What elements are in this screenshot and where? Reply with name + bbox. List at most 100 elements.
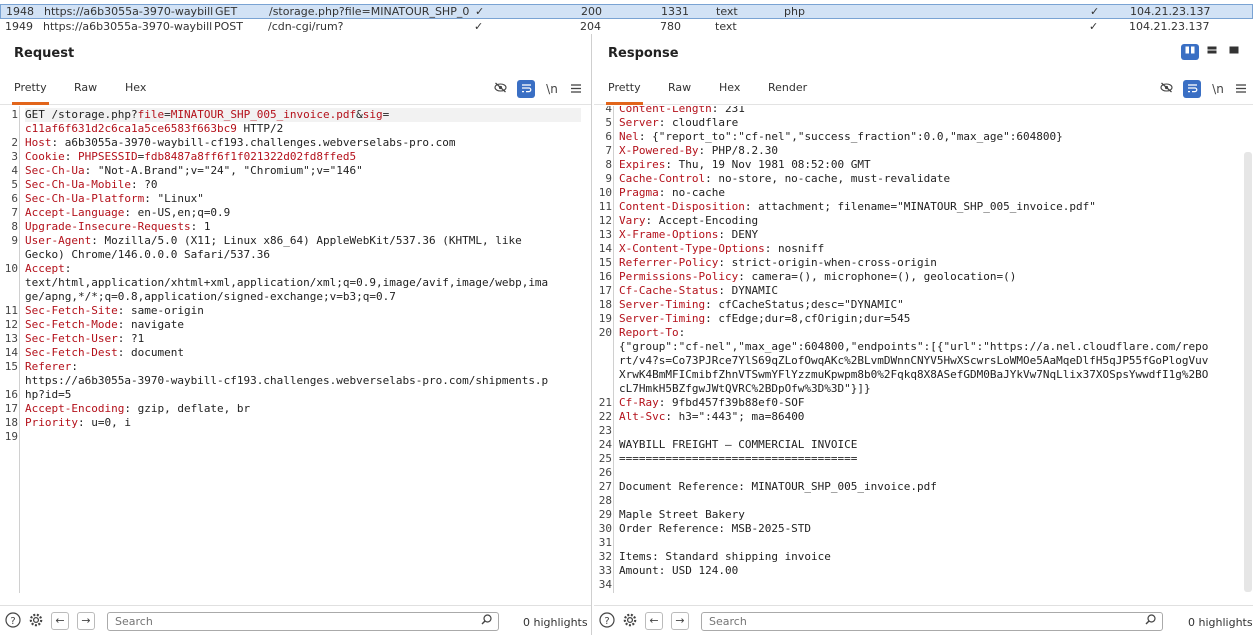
gear-icon[interactable]	[621, 612, 639, 630]
arrow-right-icon[interactable]: →	[77, 612, 95, 630]
tab-hex[interactable]: Hex	[123, 78, 148, 105]
code-line[interactable]: https://a6b3055a-3970-waybill-cf193.chal…	[25, 374, 548, 388]
code-line[interactable]: User-Agent: Mozilla/5.0 (X11; Linux x86_…	[25, 234, 522, 248]
arrow-left-icon[interactable]: ←	[51, 612, 69, 630]
line-number: 6	[605, 130, 612, 143]
code-token: : navigate	[117, 318, 184, 331]
code-line[interactable]: GET /storage.php?file=MINATOUR_SHP_005_i…	[25, 108, 581, 122]
line-number: 7	[605, 144, 612, 157]
code-line[interactable]: Nel: {"report_to":"cf-nel","success_frac…	[619, 130, 1063, 144]
tab-pretty[interactable]: Pretty	[12, 78, 49, 105]
search-field[interactable]	[701, 612, 1163, 631]
code-line[interactable]: Cookie: PHPSESSID=fdb8487a8ff6f1f021322d…	[25, 150, 356, 164]
code-line[interactable]: Alt-Svc: h3=":443"; ma=86400	[619, 410, 804, 424]
code-line[interactable]: hp?id=5	[25, 388, 71, 402]
single-view-icon[interactable]	[1225, 44, 1243, 60]
code-line[interactable]: text/html,application/xhtml+xml,applicat…	[25, 276, 548, 290]
help-icon[interactable]: ?	[4, 612, 22, 630]
code-line[interactable]: X-Frame-Options: DENY	[619, 228, 758, 242]
search-input[interactable]	[702, 613, 1070, 630]
code-line[interactable]: Upgrade-Insecure-Requests: 1	[25, 220, 210, 234]
response-editor[interactable]: 4 5 6 7 8 9 10 11 12 13 14 15 16 17 18 19 20 21 22 23 24 25 26…	[594, 106, 1253, 593]
search-input[interactable]	[108, 613, 420, 630]
code-line[interactable]: Accept:	[25, 262, 71, 276]
newline-toggle-icon[interactable]: \n	[543, 80, 561, 98]
code-line[interactable]: Sec-Ch-Ua-Mobile: ?0	[25, 178, 157, 192]
code-line[interactable]: Permissions-Policy: camera=(), microphon…	[619, 270, 1016, 284]
code-line[interactable]: Sec-Fetch-Mode: navigate	[25, 318, 184, 332]
eye-off-icon[interactable]	[491, 80, 509, 98]
code-line[interactable]: Vary: Accept-Encoding	[619, 214, 758, 228]
history-row[interactable]: 1948 https://a6b3055a-3970-waybill... GE…	[0, 4, 1253, 19]
code-token: : 1	[190, 220, 211, 233]
row-ip: 104.21.23.137	[1130, 5, 1211, 18]
code-line[interactable]: Sec-Fetch-User: ?1	[25, 332, 144, 346]
gear-icon[interactable]	[27, 612, 45, 630]
code-token: Order Reference: MSB-2025-STD	[619, 522, 812, 535]
tab-hex[interactable]: Hex	[717, 78, 742, 105]
code-line[interactable]: ====================================	[619, 452, 857, 466]
wrap-lines-icon[interactable]	[517, 80, 535, 98]
code-line[interactable]: Amount: USD 124.00	[619, 564, 738, 578]
code-line[interactable]: c11af6f631d2c6ca1a5ce6583f663bc9 HTTP/2	[25, 122, 283, 136]
code-line[interactable]: Accept-Language: en-US,en;q=0.9	[25, 206, 230, 220]
search-field[interactable]	[107, 612, 499, 631]
hamburger-menu-icon[interactable]	[1232, 80, 1250, 98]
code-token: : 9fbd457f39b88ef0-SOF	[658, 396, 805, 409]
response-scrollbar[interactable]	[1244, 152, 1252, 592]
code-line[interactable]: Report-To:	[619, 326, 685, 340]
line-number: 9	[11, 234, 18, 247]
code-line[interactable]: {"group":"cf-nel","max_age":604800,"endp…	[619, 340, 1208, 354]
tab-raw[interactable]: Raw	[666, 78, 693, 105]
code-line[interactable]: X-Content-Type-Options: nosniff	[619, 242, 824, 256]
history-row[interactable]: 1949 https://a6b3055a-3970-waybill... PO…	[0, 19, 1253, 34]
code-line[interactable]: Priority: u=0, i	[25, 416, 131, 430]
code-line[interactable]: rt/v4?s=Co73PJRce7YlS69qZLofOwqAKc%2BLvm…	[619, 354, 1208, 368]
horizontal-view-icon[interactable]	[1203, 44, 1221, 60]
code-line[interactable]: Expires: Thu, 19 Nov 1981 08:52:00 GMT	[619, 158, 871, 172]
code-line[interactable]: Server-Timing: cfEdge;dur=8,cfOrigin;dur…	[619, 312, 910, 326]
code-line[interactable]: Items: Standard shipping invoice	[619, 550, 831, 564]
request-editor[interactable]: 1 2 3 4 5 6 7 8 9 10 11 12 13 14 15 16 17 18 19 GET /stora…	[0, 106, 591, 593]
code-line[interactable]: cL7HmkH5BZfgwJWtQVRC%2BDpOfw%3D%3D"}]}	[619, 382, 871, 396]
code-line[interactable]: Sec-Ch-Ua-Platform: "Linux"	[25, 192, 204, 206]
split-view-icon[interactable]	[1181, 44, 1199, 60]
tab-pretty[interactable]: Pretty	[606, 78, 643, 105]
code-line[interactable]: Gecko) Chrome/146.0.0.0 Safari/537.36	[25, 248, 270, 262]
code-line[interactable]: Content-Length: 231	[619, 106, 745, 116]
wrap-lines-icon[interactable]	[1183, 80, 1201, 98]
code-line[interactable]: Accept-Encoding: gzip, deflate, br	[25, 402, 250, 416]
code-line[interactable]: WAYBILL FREIGHT — COMMERCIAL INVOICE	[619, 438, 857, 452]
code-line[interactable]: Pragma: no-cache	[619, 186, 725, 200]
tab-raw[interactable]: Raw	[72, 78, 99, 105]
code-line[interactable]: Referer:	[25, 360, 78, 374]
search-icon[interactable]	[481, 614, 492, 628]
code-line[interactable]: Server: cloudflare	[619, 116, 738, 130]
code-line[interactable]: Cf-Cache-Status: DYNAMIC	[619, 284, 778, 298]
row-ip: 104.21.23.137	[1129, 20, 1210, 33]
help-icon[interactable]: ?	[598, 612, 616, 630]
hamburger-menu-icon[interactable]	[567, 80, 585, 98]
code-line[interactable]: Sec-Fetch-Site: same-origin	[25, 304, 204, 318]
arrow-left-icon[interactable]: ←	[645, 612, 663, 630]
code-line[interactable]: Maple Street Bakery	[619, 508, 745, 522]
tab-render[interactable]: Render	[766, 78, 809, 105]
code-line[interactable]: Referrer-Policy: strict-origin-when-cros…	[619, 256, 937, 270]
code-line[interactable]: Document Reference: MINATOUR_SHP_005_inv…	[619, 480, 937, 494]
row-status: 200	[581, 5, 602, 18]
eye-off-icon[interactable]	[1157, 80, 1175, 98]
code-line[interactable]: XrwK4BmMFICmibfZhnVTSwmYFlYzzmuKpwpm8b0%…	[619, 368, 1208, 382]
arrow-right-icon[interactable]: →	[671, 612, 689, 630]
code-line[interactable]: ge/apng,*/*;q=0.8,application/signed-exc…	[25, 290, 396, 304]
newline-toggle-icon[interactable]: \n	[1209, 80, 1227, 98]
code-line[interactable]: Sec-Ch-Ua: "Not-A.Brand";v="24", "Chromi…	[25, 164, 363, 178]
code-line[interactable]: Server-Timing: cfCacheStatus;desc="DYNAM…	[619, 298, 904, 312]
search-icon[interactable]	[1145, 614, 1156, 628]
code-line[interactable]: Cf-Ray: 9fbd457f39b88ef0-SOF	[619, 396, 804, 410]
code-line[interactable]: X-Powered-By: PHP/8.2.30	[619, 144, 778, 158]
code-line[interactable]: Content-Disposition: attachment; filenam…	[619, 200, 1096, 214]
code-line[interactable]: Order Reference: MSB-2025-STD	[619, 522, 811, 536]
code-line[interactable]: Sec-Fetch-Dest: document	[25, 346, 184, 360]
code-line[interactable]: Host: a6b3055a-3970-waybill-cf193.challe…	[25, 136, 455, 150]
code-line[interactable]: Cache-Control: no-store, no-cache, must-…	[619, 172, 950, 186]
